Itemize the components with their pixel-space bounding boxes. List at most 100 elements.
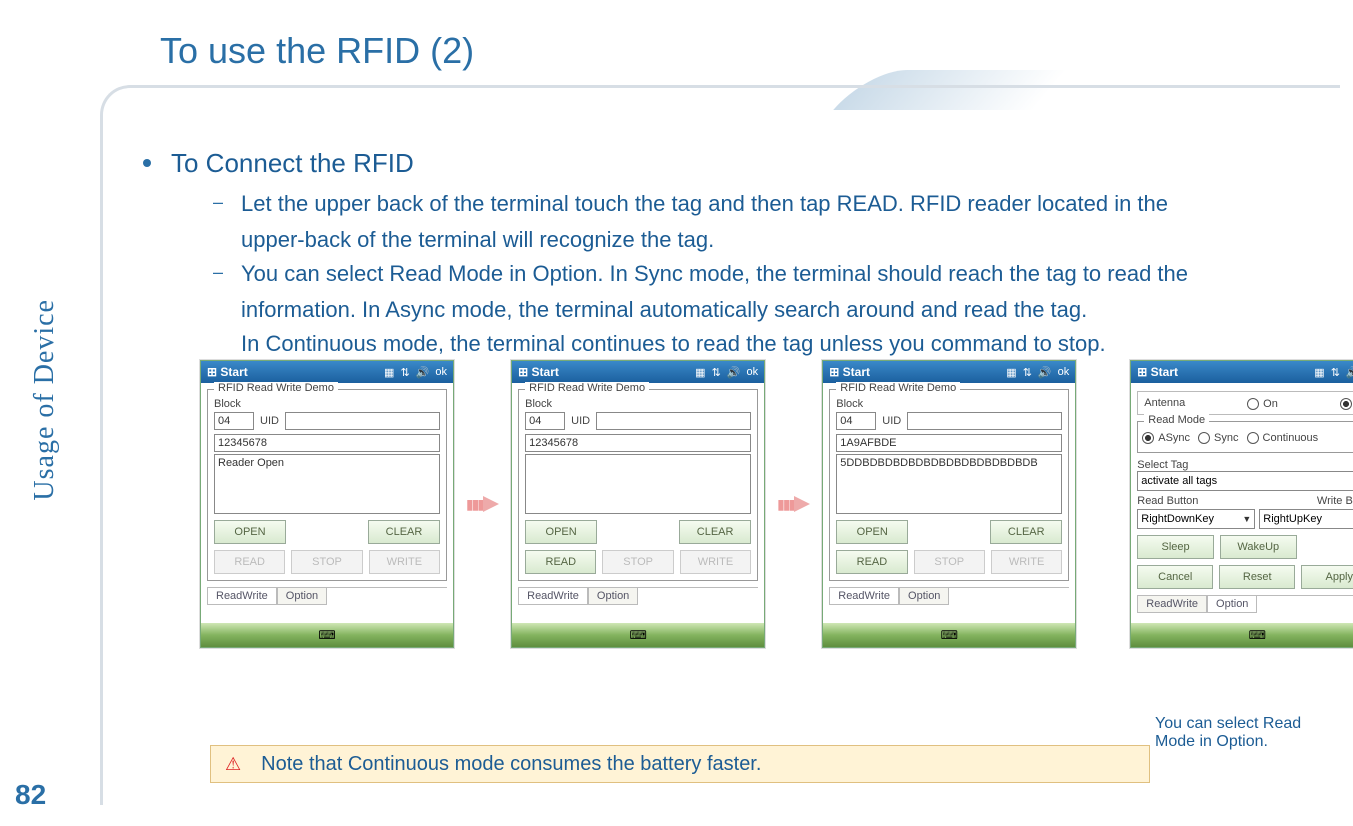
uid-input[interactable] bbox=[907, 412, 1062, 430]
sip-bar[interactable]: ⌨ bbox=[201, 623, 453, 647]
keyboard-icon: ⌨ bbox=[629, 628, 646, 642]
writebutton-label: Write Button bbox=[1317, 495, 1353, 507]
block-input[interactable] bbox=[836, 412, 876, 430]
app-body: Antenna On Off Read Mode ASync Sync Cont… bbox=[1131, 383, 1353, 623]
warning-note: ⚠ Note that Continuous mode consumes the… bbox=[210, 745, 1150, 783]
start-button[interactable]: ⊞ Start bbox=[207, 365, 248, 379]
tab-bar: ReadWrite Option bbox=[207, 587, 447, 605]
tray-icon: ▦ bbox=[384, 366, 394, 379]
data-input[interactable] bbox=[214, 434, 440, 452]
tab-readwrite[interactable]: ReadWrite bbox=[829, 588, 899, 605]
sound-icon: 🔊 bbox=[727, 366, 741, 379]
start-button[interactable]: ⊞ Start bbox=[829, 365, 870, 379]
sip-bar[interactable]: ⌨ bbox=[823, 623, 1075, 647]
tab-option[interactable]: Option bbox=[1207, 596, 1257, 613]
selecttag-dropdown[interactable]: activate all tags▼ bbox=[1137, 471, 1353, 491]
tab-readwrite[interactable]: ReadWrite bbox=[207, 588, 277, 605]
section-tab-label: Usage of Device bbox=[29, 299, 61, 501]
uid-label: UID bbox=[260, 415, 279, 427]
open-button[interactable]: OPEN bbox=[214, 520, 286, 544]
readmode-frame: Read Mode ASync Sync Continuous bbox=[1137, 421, 1353, 453]
ok-button[interactable]: ok bbox=[1058, 366, 1070, 378]
sip-bar[interactable]: ⌨ bbox=[1131, 623, 1353, 647]
reset-button[interactable]: Reset bbox=[1219, 565, 1295, 589]
frame-legend: RFID Read Write Demo bbox=[525, 382, 649, 394]
writekey-dropdown[interactable]: RightUpKey▼ bbox=[1259, 509, 1353, 529]
readkey-dropdown[interactable]: RightDownKey ▼ bbox=[1137, 509, 1255, 529]
antenna-label: Antenna bbox=[1144, 397, 1185, 409]
status-textarea[interactable] bbox=[525, 454, 751, 514]
data-input[interactable] bbox=[836, 434, 1062, 452]
antenna-on-radio[interactable]: On bbox=[1247, 396, 1278, 410]
ok-button[interactable]: ok bbox=[747, 366, 759, 378]
stop-button: STOP bbox=[914, 550, 985, 574]
tab-option[interactable]: Option bbox=[588, 588, 638, 605]
sync-label: Sync bbox=[1214, 432, 1238, 444]
tray: ▦⇅🔊ok bbox=[695, 366, 758, 379]
start-button[interactable]: ⊞ Start bbox=[518, 365, 559, 379]
clear-button[interactable]: CLEAR bbox=[679, 520, 751, 544]
status-textarea[interactable]: 5DDBDBDBDBDBDBDBDBDBDBDBDB bbox=[836, 454, 1062, 514]
bullet-level-2: – You can select Read Mode in Option. In… bbox=[213, 257, 1330, 291]
section-tab: Usage of Device bbox=[5, 260, 85, 540]
device-screenshot-2: ⊞ Start ▦⇅🔊ok RFID Read Write Demo Block… bbox=[511, 360, 765, 648]
wakeup-button[interactable]: WakeUp bbox=[1220, 535, 1297, 559]
sound-icon: 🔊 bbox=[416, 366, 430, 379]
block-input[interactable] bbox=[214, 412, 254, 430]
readkey-value: RightDownKey bbox=[1141, 513, 1214, 525]
write-button: WRITE bbox=[991, 550, 1062, 574]
arrow-icon: ▮▮▮ bbox=[777, 495, 810, 513]
start-label: Start bbox=[532, 365, 559, 379]
network-icon: ⇅ bbox=[400, 366, 409, 379]
clear-button[interactable]: CLEAR bbox=[990, 520, 1062, 544]
stop-button: STOP bbox=[291, 550, 362, 574]
tab-readwrite[interactable]: ReadWrite bbox=[518, 588, 588, 605]
start-label: Start bbox=[843, 365, 870, 379]
bullet-dash-icon: – bbox=[213, 257, 223, 287]
bullet-text-cont: upper-back of the terminal will recogniz… bbox=[241, 223, 1330, 257]
open-button[interactable]: OPEN bbox=[525, 520, 597, 544]
async-radio[interactable]: ASync bbox=[1142, 430, 1190, 444]
uid-input[interactable] bbox=[596, 412, 751, 430]
cancel-button[interactable]: Cancel bbox=[1137, 565, 1213, 589]
page-number: 82 bbox=[15, 779, 46, 811]
continuous-radio[interactable]: Continuous bbox=[1247, 430, 1319, 444]
tray: ▦ ⇅ 🔊 ok bbox=[384, 366, 447, 379]
tab-option[interactable]: Option bbox=[277, 588, 327, 605]
ok-button[interactable]: ok bbox=[435, 366, 447, 378]
sip-bar[interactable]: ⌨ bbox=[512, 623, 764, 647]
bullet-text-cont: information. In Async mode, the terminal… bbox=[241, 293, 1330, 327]
uid-label: UID bbox=[882, 415, 901, 427]
read-button[interactable]: READ bbox=[836, 550, 907, 574]
selecttag-label: Select Tag bbox=[1137, 459, 1353, 471]
tab-bar: ReadWrite Option bbox=[829, 587, 1069, 605]
keyboard-icon: ⌨ bbox=[941, 628, 958, 642]
block-input[interactable] bbox=[525, 412, 565, 430]
data-input[interactable] bbox=[525, 434, 751, 452]
frame-legend: RFID Read Write Demo bbox=[214, 382, 338, 394]
app-body: RFID Read Write Demo Block UID Reader Op… bbox=[201, 383, 453, 623]
async-label: ASync bbox=[1158, 432, 1190, 444]
open-button[interactable]: OPEN bbox=[836, 520, 908, 544]
taskbar: ⊞ Start ▦ ⇅ 🔊 ok bbox=[201, 361, 453, 383]
frame-legend: RFID Read Write Demo bbox=[836, 382, 960, 394]
status-textarea[interactable]: Reader Open bbox=[214, 454, 440, 514]
uid-input[interactable] bbox=[285, 412, 440, 430]
clear-button[interactable]: CLEAR bbox=[368, 520, 440, 544]
windows-icon: ⊞ bbox=[207, 365, 217, 379]
tab-option[interactable]: Option bbox=[899, 588, 949, 605]
readmode-legend: Read Mode bbox=[1144, 414, 1209, 426]
tab-readwrite[interactable]: ReadWrite bbox=[1137, 596, 1207, 613]
sync-radio[interactable]: Sync bbox=[1198, 430, 1238, 444]
chevron-down-icon: ▼ bbox=[1242, 514, 1251, 524]
device-screenshot-3: ⊞ Start ▦⇅🔊ok RFID Read Write Demo Block… bbox=[822, 360, 1076, 648]
start-button[interactable]: ⊞ Start bbox=[1137, 365, 1178, 379]
antenna-off-radio[interactable]: Off bbox=[1340, 396, 1353, 410]
apply-button[interactable]: Apply bbox=[1301, 565, 1353, 589]
device-screenshot-option: ⊞ Start ▦⇅🔊ok Antenna On Off Read Mode A… bbox=[1130, 360, 1353, 648]
bullet-level-1: To Connect the RFID bbox=[143, 148, 1330, 179]
read-button[interactable]: READ bbox=[525, 550, 596, 574]
tray-icon: ▦ bbox=[695, 366, 705, 379]
block-label: Block bbox=[525, 398, 751, 410]
sleep-button[interactable]: Sleep bbox=[1137, 535, 1214, 559]
